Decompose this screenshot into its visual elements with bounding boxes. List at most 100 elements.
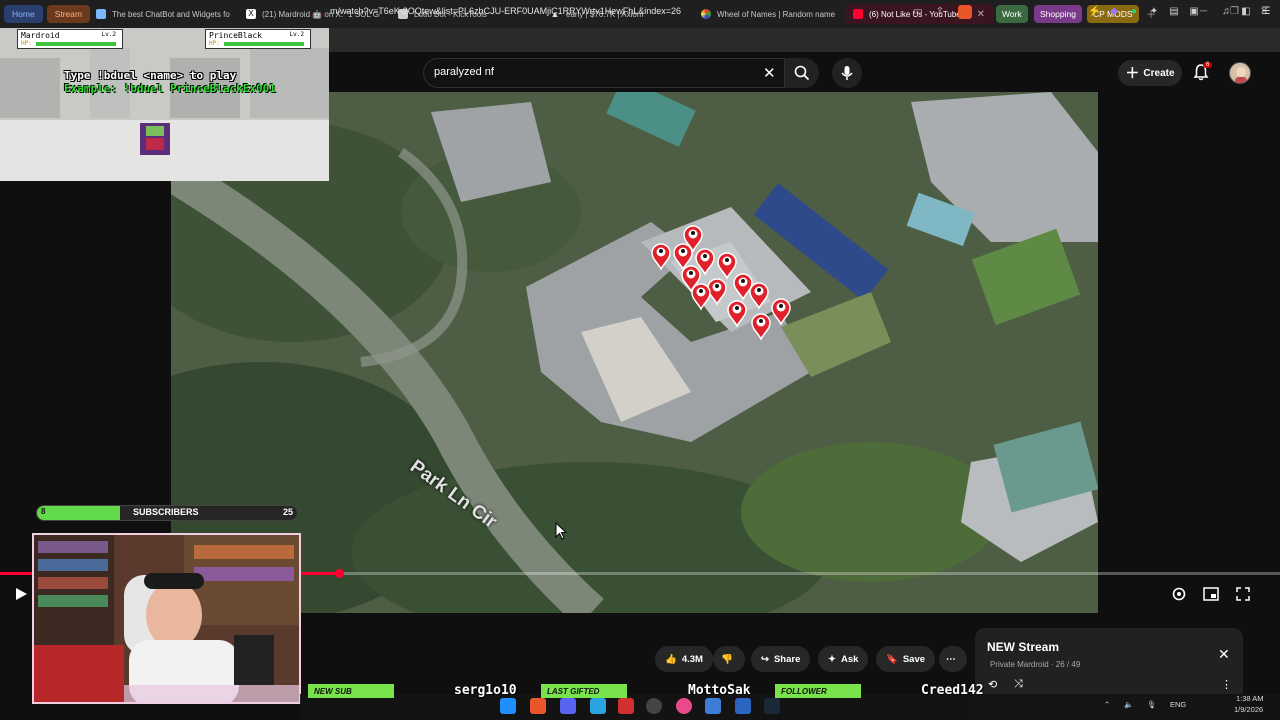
browser-tab[interactable]: The best ChatBot and Widgets fo — [88, 4, 230, 24]
clock-date[interactable]: 1/9/2026 — [1234, 705, 1263, 714]
share-label: Share — [773, 653, 801, 665]
search-button[interactable] — [785, 58, 819, 88]
playlist-subtitle: Private Mardroid · 26 / 49 — [990, 660, 1081, 669]
language-indicator[interactable]: ENG — [1170, 700, 1186, 709]
panel-icon[interactable]: ◧ — [1240, 6, 1252, 18]
close-playlist-icon[interactable]: ✕ — [1218, 646, 1230, 663]
app-icon[interactable] — [705, 698, 721, 714]
clock-time[interactable]: 1:38 AM — [1236, 694, 1264, 703]
brave-shield-icon[interactable] — [958, 5, 972, 19]
game-instruction: Type !bduel <name> to play — [64, 69, 237, 82]
sidebar-icon[interactable]: ▤ — [1168, 6, 1180, 18]
microphone-icon — [841, 66, 853, 80]
voice-search-button[interactable] — [832, 58, 862, 88]
fullscreen-icon — [1236, 587, 1250, 601]
browser-tab[interactable]: Wheel of Names | Random name — [693, 4, 835, 24]
like-button[interactable]: 👍 4.3M — [655, 646, 713, 672]
game-example: Example: !bduel PrinceBlackEx001 — [64, 82, 276, 95]
subscriber-current: 8 — [41, 507, 46, 516]
youtube-favicon-icon — [853, 9, 863, 19]
save-label: Save — [902, 653, 926, 665]
subscriber-goal-label: SUBSCRIBERS — [133, 507, 199, 517]
tab-favicon-icon — [96, 9, 106, 19]
puzzle-extensions-icon[interactable]: ✦ — [1148, 6, 1160, 18]
search-input[interactable]: paralyzed nf — [434, 66, 494, 78]
clear-search-icon[interactable]: ✕ — [763, 64, 776, 82]
plus-icon: ＋ — [1125, 65, 1140, 81]
tab-title: Wheel of Names | Random name — [717, 9, 835, 19]
tab-close-icon[interactable]: ✕ — [977, 9, 985, 20]
group-tab-stream[interactable]: Stream — [46, 5, 91, 23]
player2-hp-card: PrinceBlack Lv.2 HP: — [205, 29, 311, 49]
ask-label: Ask — [840, 653, 859, 665]
player2-hp-label: HP: — [209, 40, 220, 47]
url-field[interactable]: m/watch?v=T6eK-2OQtew&list=PL6zbCJU-ERF0… — [330, 6, 681, 16]
steam-icon[interactable] — [764, 698, 780, 714]
app-icon[interactable] — [618, 698, 634, 714]
obs-icon[interactable] — [646, 698, 662, 714]
tab-group-work[interactable]: Work — [996, 5, 1028, 23]
music-icon[interactable]: ♫ — [1220, 6, 1232, 18]
subscriber-goal-fill — [37, 506, 121, 520]
discord-icon[interactable] — [560, 698, 576, 714]
wallet-icon[interactable]: ▣ — [1188, 6, 1200, 18]
alert-name-new-sub: serg1o10 — [454, 683, 517, 698]
menu-icon[interactable]: ☰ — [1260, 6, 1272, 18]
subscriber-goal-target: 25 — [283, 507, 294, 517]
shuffle-icon[interactable]: ⤨ — [1014, 678, 1023, 691]
loop-icon[interactable]: ⟲ — [988, 678, 997, 691]
player2-hp-bar — [224, 42, 304, 46]
more-dots-icon: ⋯ — [946, 653, 956, 665]
game-background-image — [0, 28, 329, 181]
brave-browser-icon[interactable] — [530, 698, 546, 714]
webcam-image — [34, 535, 299, 702]
thumbs-up-icon: 👍 — [665, 653, 677, 665]
share-button[interactable]: ↪ Share — [751, 646, 811, 672]
notepad-icon[interactable] — [735, 698, 751, 714]
more-actions-button[interactable]: ⋯ — [939, 646, 967, 672]
windows-start-icon[interactable] — [500, 698, 516, 714]
cast-icon[interactable]: ▭ — [912, 6, 924, 18]
miniplayer-button[interactable] — [1202, 585, 1220, 603]
gear-icon — [1172, 587, 1186, 601]
bolt-extension-icon[interactable]: ⚡ — [1088, 6, 1100, 18]
extension-icon[interactable]: ◆ — [1108, 6, 1120, 18]
share-page-icon[interactable]: ⇪ — [934, 6, 946, 18]
fullscreen-button[interactable] — [1234, 585, 1252, 603]
ask-button[interactable]: ✦ Ask — [818, 646, 869, 672]
tab-group-shopping[interactable]: Shopping — [1034, 5, 1082, 23]
player1-name: Mardroid — [21, 31, 60, 40]
extension-icon[interactable]: ● — [1128, 6, 1140, 18]
app-icon[interactable] — [676, 698, 692, 714]
play-icon — [16, 588, 27, 600]
mic-tray-icon[interactable]: 🎙 — [1147, 700, 1157, 709]
tab-title: The best ChatBot and Widgets fo — [112, 9, 230, 19]
playlist-title[interactable]: NEW Stream — [987, 640, 1059, 654]
playlist-more-icon[interactable]: ⋮ — [1221, 678, 1232, 691]
telegram-icon[interactable] — [590, 698, 606, 714]
player1-level: Lv.2 — [101, 31, 116, 38]
mouse-cursor-icon — [555, 522, 567, 540]
search-icon — [794, 65, 810, 81]
bookmark-icon: 🔖 — [886, 653, 898, 665]
alert-tag-new-sub: NEW SUB — [308, 684, 394, 698]
duel-game-overlay — [0, 28, 329, 181]
volume-icon[interactable]: 🔈 — [1124, 700, 1133, 709]
play-button[interactable] — [12, 585, 30, 603]
share-icon: ↪ — [761, 653, 769, 665]
dislike-button[interactable]: 👎 — [713, 646, 745, 672]
account-avatar[interactable] — [1229, 62, 1251, 84]
minimize-icon[interactable]: ─ — [1200, 6, 1207, 17]
tray-chevron-icon[interactable]: ⌃ — [1104, 700, 1110, 709]
group-tab-home[interactable]: Home — [4, 5, 43, 23]
wheel-icon — [701, 9, 711, 19]
save-button[interactable]: 🔖 Save — [876, 646, 936, 672]
create-label: Create — [1143, 67, 1175, 79]
player2-name: PrinceBlack — [209, 31, 262, 40]
settings-button[interactable] — [1170, 585, 1188, 603]
player1-hp-label: HP: — [21, 40, 32, 47]
webcam-feed — [32, 533, 301, 704]
x-logo-icon: X — [246, 9, 256, 19]
create-button[interactable]: ＋ Create — [1118, 60, 1182, 86]
alert-name-follower: Creed142 — [921, 683, 984, 698]
